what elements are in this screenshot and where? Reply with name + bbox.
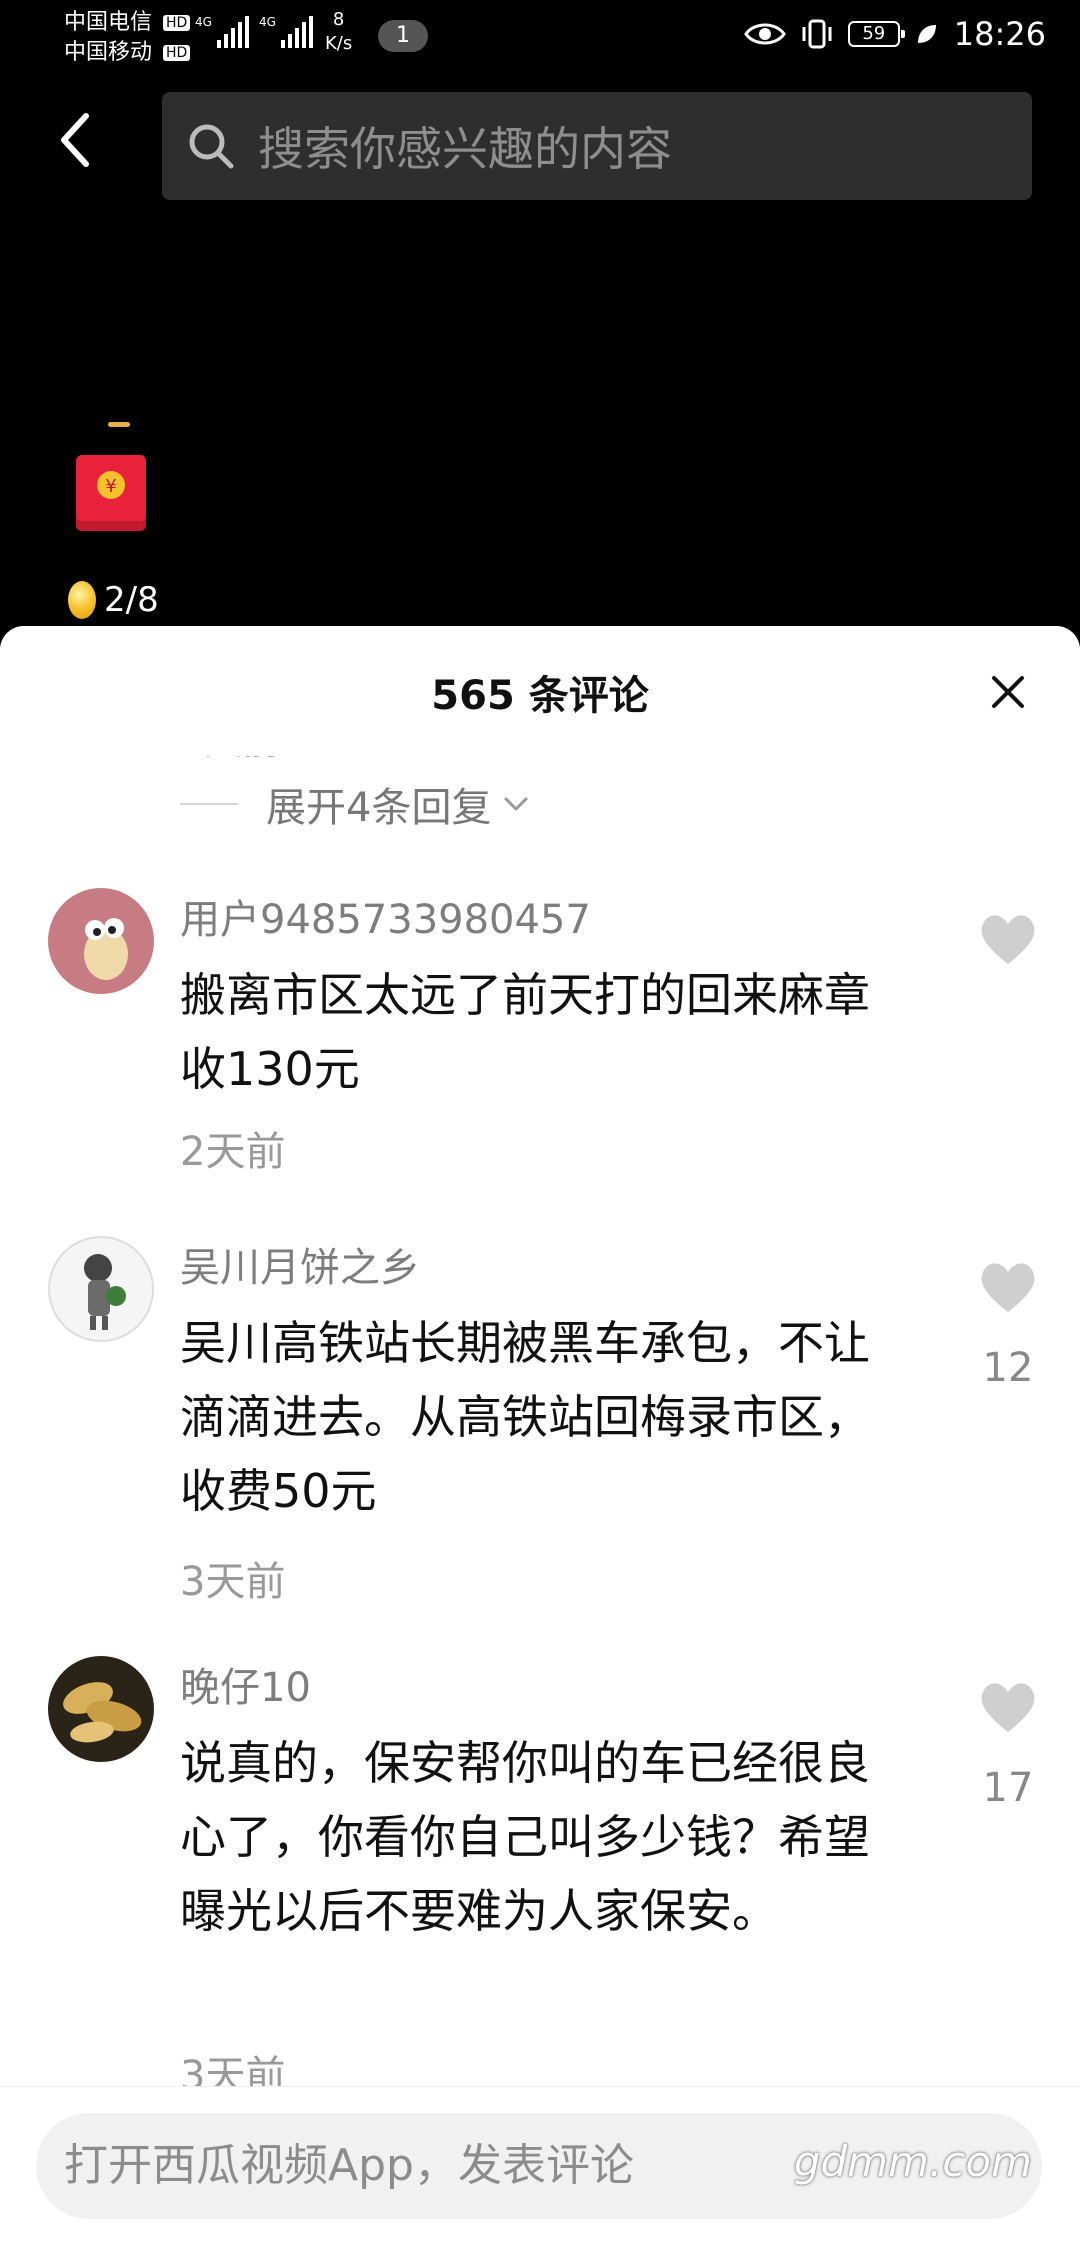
notification-count-badge: 1 (378, 20, 428, 52)
like-button[interactable] (976, 1676, 1040, 1736)
avatar-food-image (48, 1656, 154, 1762)
leaf-icon (917, 25, 936, 43)
close-icon (992, 676, 1024, 708)
carrier-info: 中国电信 HD 中国移动 HD (64, 8, 191, 68)
heart-icon (981, 1263, 1035, 1312)
search-input[interactable]: 搜索你感兴趣的内容 (162, 92, 1032, 200)
avatar[interactable] (48, 1236, 154, 1342)
battery-icon: 59 (847, 21, 905, 47)
signal-2-icon: 4G (259, 16, 313, 48)
back-button[interactable] (38, 102, 114, 178)
top-navigation: 搜索你感兴趣的内容 (0, 72, 1080, 212)
network-speed-unit: K/s (325, 33, 353, 54)
comment-time: 3天前 (180, 1559, 286, 1605)
search-placeholder: 搜索你感兴趣的内容 (258, 122, 672, 176)
comment-time: 2天前 (180, 1129, 286, 1175)
red-envelope-button[interactable]: ¥ (76, 455, 146, 531)
avatar-character-image (48, 1236, 154, 1342)
carrier-1-label: 中国电信 (64, 10, 153, 35)
comment-item: 吴川月饼之乡 吴川高铁站长期被黑车承包，不让滴滴进去。从高铁站回梅录市区，收费5… (0, 1236, 1080, 1636)
eye-icon (743, 23, 786, 45)
comment-text: 搬离市区太远了前天打的回来麻章收130元 (180, 968, 870, 1096)
expand-replies-button[interactable]: 展开4条回复 (180, 774, 533, 834)
close-button[interactable] (978, 662, 1038, 722)
carrier-2-label: 中国移动 (64, 40, 153, 65)
heart-icon (981, 1683, 1035, 1732)
carrier-1-hd-badge: HD (163, 15, 191, 31)
signal-2-network-label: 4G (258, 15, 276, 29)
expand-replies-label: 展开4条回复 (266, 785, 492, 831)
comment-item: 用户9485733980457 搬离市区太远了前天打的回来麻章收130元 2天前 (0, 888, 1080, 1175)
status-right-group: 59 18:26 (743, 14, 1046, 54)
comment-text: 说真的，保安帮你叫的车已经很良心了，你看你自己叫多少钱？希望曝光以后不要难为人家… (180, 1736, 870, 1938)
red-envelope-icon: ¥ (97, 471, 125, 499)
status-bar: 中国电信 HD 中国移动 HD 4G 4G 8 K/s 1 59 18:26 (0, 0, 1080, 72)
battery-level: 59 (862, 23, 886, 44)
comments-panel: 565 条评论 3天前 展开4条回复 用户9485733980457 (0, 626, 1080, 2244)
gold-coin-icon (68, 581, 96, 619)
comment-text: 吴川高铁站长期被黑车承包，不让滴滴进去。从高铁站回梅录市区，收费50元 (180, 1316, 870, 1518)
comment-input-bar: 打开西瓜视频App，发表评论 gdmm.com (0, 2086, 1080, 2245)
expand-divider-line (180, 803, 238, 805)
like-button[interactable] (976, 908, 1040, 968)
like-button[interactable] (976, 1256, 1040, 1316)
carrier-2-hd-badge: HD (163, 45, 191, 61)
like-count: 12 (982, 1345, 1034, 1391)
carrier-2-row: 中国移动 HD (64, 38, 191, 68)
like-count: 17 (982, 1765, 1034, 1811)
search-icon (189, 124, 234, 169)
comment-username[interactable]: 用户9485733980457 (180, 896, 591, 944)
comment-username[interactable]: 吴川月饼之乡 (180, 1244, 420, 1292)
reward-progress-dash (108, 422, 130, 427)
svg-text:¥: ¥ (105, 476, 116, 497)
comment-username[interactable]: 晚仔10 (180, 1664, 311, 1712)
signal-indicators: 4G 4G (195, 16, 313, 48)
comment-item: 晚仔10 说真的，保安帮你叫的车已经很良心了，你看你自己叫多少钱？希望曝光以后不… (0, 1656, 1080, 2136)
chevron-down-icon (504, 797, 528, 811)
heart-icon (981, 915, 1035, 964)
avatar[interactable] (48, 888, 154, 994)
avatar-cartoon-image (48, 888, 154, 994)
network-speed-value: 8 (332, 9, 345, 30)
comment-input-placeholder: 打开西瓜视频App，发表评论 (64, 2140, 634, 2191)
vibrate-icon (802, 19, 832, 49)
signal-1-icon: 4G (195, 16, 249, 48)
comments-header: 565 条评论 (0, 626, 1080, 756)
reward-progress-text: 2/8 (104, 580, 159, 620)
watermark: gdmm.com (793, 2137, 1032, 2186)
coin-progress[interactable]: 2/8 (68, 578, 188, 622)
comments-title: 565 条评论 (431, 673, 649, 719)
carrier-1-row: 中国电信 HD (64, 8, 191, 38)
chevron-left-icon (61, 113, 89, 167)
network-speed: 8 K/s (325, 8, 352, 56)
signal-1-network-label: 4G (195, 15, 212, 29)
avatar[interactable] (48, 1656, 154, 1762)
status-clock: 18:26 (953, 15, 1046, 53)
